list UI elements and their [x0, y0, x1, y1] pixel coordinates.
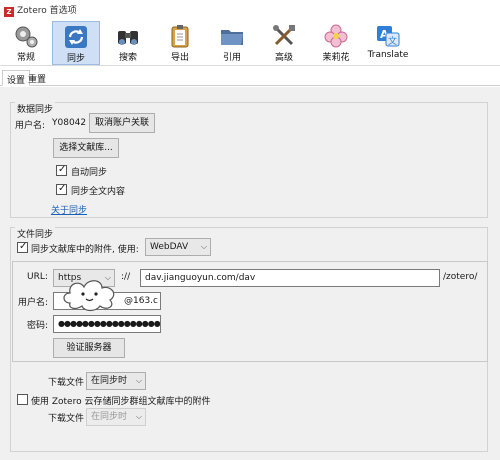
- chevron-down-icon: ⌵: [135, 376, 142, 385]
- chevron-down-icon: ⌵: [135, 412, 142, 421]
- sync-method-value: WebDAV: [150, 242, 189, 252]
- sync-subtabs: 设置 重置: [0, 68, 500, 86]
- svg-text:文: 文: [388, 35, 397, 47]
- group-download-files-select: 在同步时 ⌵: [86, 408, 146, 426]
- toolbar-item-sync[interactable]: 同步: [52, 21, 100, 65]
- file-sync-title: 文件同步: [15, 227, 56, 240]
- toolbar-item-advanced[interactable]: 高级: [260, 21, 308, 65]
- toolbar-item-search[interactable]: 搜索: [104, 21, 152, 65]
- toolbar-label-translate: Translate: [367, 50, 409, 60]
- folder-icon: [221, 30, 243, 45]
- url-suffix: /zotero/: [443, 272, 478, 282]
- sync-method-select[interactable]: WebDAV ⌵: [145, 238, 211, 256]
- toolbar-label-advanced: 高级: [274, 53, 293, 63]
- sync-settings-panel: 数据同步 用户名: Y08042 取消账户关联 选择文献库... ✓ 自动同步 …: [0, 87, 500, 460]
- group-storage-checkbox[interactable]: [17, 394, 28, 405]
- preferences-toolbar: 常规 同步 搜索 导出 引用 高级 茉莉花 A 文 Translate: [0, 20, 500, 66]
- username-label: 用户名:: [15, 121, 46, 131]
- webdav-username-label: 用户名:: [18, 298, 49, 308]
- username-value: Y08042: [52, 118, 87, 128]
- sync-icon: [65, 26, 87, 48]
- clipboard-icon: [171, 25, 189, 48]
- zotero-app-icon: Z: [4, 7, 14, 17]
- url-label: URL:: [27, 272, 48, 282]
- about-sync-link[interactable]: 关于同步: [51, 203, 87, 216]
- binoculars-icon: [118, 31, 138, 45]
- group-download-files-value: 在同步时: [91, 412, 128, 422]
- toolbar-label-general: 常规: [16, 53, 35, 63]
- download-files-select[interactable]: 在同步时 ⌵: [86, 372, 146, 390]
- checkmark-icon: ✓: [58, 164, 67, 175]
- toolbar-label-search: 搜索: [118, 53, 137, 63]
- verify-server-button[interactable]: 验证服务器: [53, 338, 125, 358]
- toolbar-item-export[interactable]: 导出: [156, 21, 204, 65]
- auto-sync-label: 自动同步: [71, 168, 108, 178]
- gears-icon: [15, 26, 38, 48]
- chevron-down-icon: ⌵: [200, 242, 207, 251]
- tools-icon: [273, 25, 295, 46]
- window-title: Z Zotero 首选项: [4, 3, 77, 17]
- toolbar-label-jasmine: 茉莉花: [322, 53, 350, 63]
- fulltext-sync-checkbox[interactable]: ✓: [56, 183, 67, 195]
- url-input[interactable]: dav.jianguoyun.com/dav: [140, 269, 440, 287]
- jasmine-icon: [324, 24, 348, 48]
- toolbar-item-cite[interactable]: 引用: [208, 21, 256, 65]
- tab-reset[interactable]: 重置: [24, 70, 50, 86]
- data-sync-group: 数据同步 用户名: Y08042 取消账户关联 选择文献库... ✓ 自动同步 …: [10, 102, 488, 218]
- toolbar-label-sync: 同步: [66, 54, 85, 64]
- group-download-files-label: 下载文件: [48, 414, 85, 424]
- scheme-separator: ://: [121, 272, 131, 282]
- fulltext-sync-label: 同步全文内容: [71, 187, 126, 197]
- toolbar-label-export: 导出: [170, 53, 189, 63]
- checkmark-icon: ✓: [19, 241, 28, 252]
- toolbar-label-cite: 引用: [222, 53, 241, 63]
- window-title-text: Zotero 首选项: [17, 6, 77, 16]
- group-storage-label: 使用 Zotero 云存储同步群组文献库中的附件: [31, 397, 211, 407]
- sync-attachments-label: 同步文献库中的附件, 使用:: [31, 245, 139, 255]
- sync-attachments-checkbox[interactable]: ✓: [17, 241, 28, 253]
- title-bar: Z Zotero 首选项: [0, 0, 500, 20]
- password-label: 密码:: [27, 321, 49, 331]
- cloud-redaction-icon: [63, 280, 115, 312]
- toolbar-item-general[interactable]: 常规: [2, 21, 50, 65]
- download-files-label: 下载文件: [48, 378, 85, 388]
- data-sync-title: 数据同步: [15, 102, 56, 115]
- toolbar-item-translate[interactable]: A 文 Translate: [364, 21, 412, 65]
- auto-sync-checkbox[interactable]: ✓: [56, 164, 67, 176]
- download-files-value: 在同步时: [91, 376, 128, 386]
- checkmark-icon: ✓: [58, 183, 67, 194]
- toolbar-item-jasmine[interactable]: 茉莉花: [312, 21, 360, 65]
- translate-icon: A 文: [377, 26, 400, 47]
- password-input[interactable]: ●●●●●●●●●●●●●●●●●: [53, 315, 161, 333]
- unlink-account-button[interactable]: 取消账户关联: [89, 113, 155, 133]
- choose-library-button[interactable]: 选择文献库...: [53, 138, 119, 158]
